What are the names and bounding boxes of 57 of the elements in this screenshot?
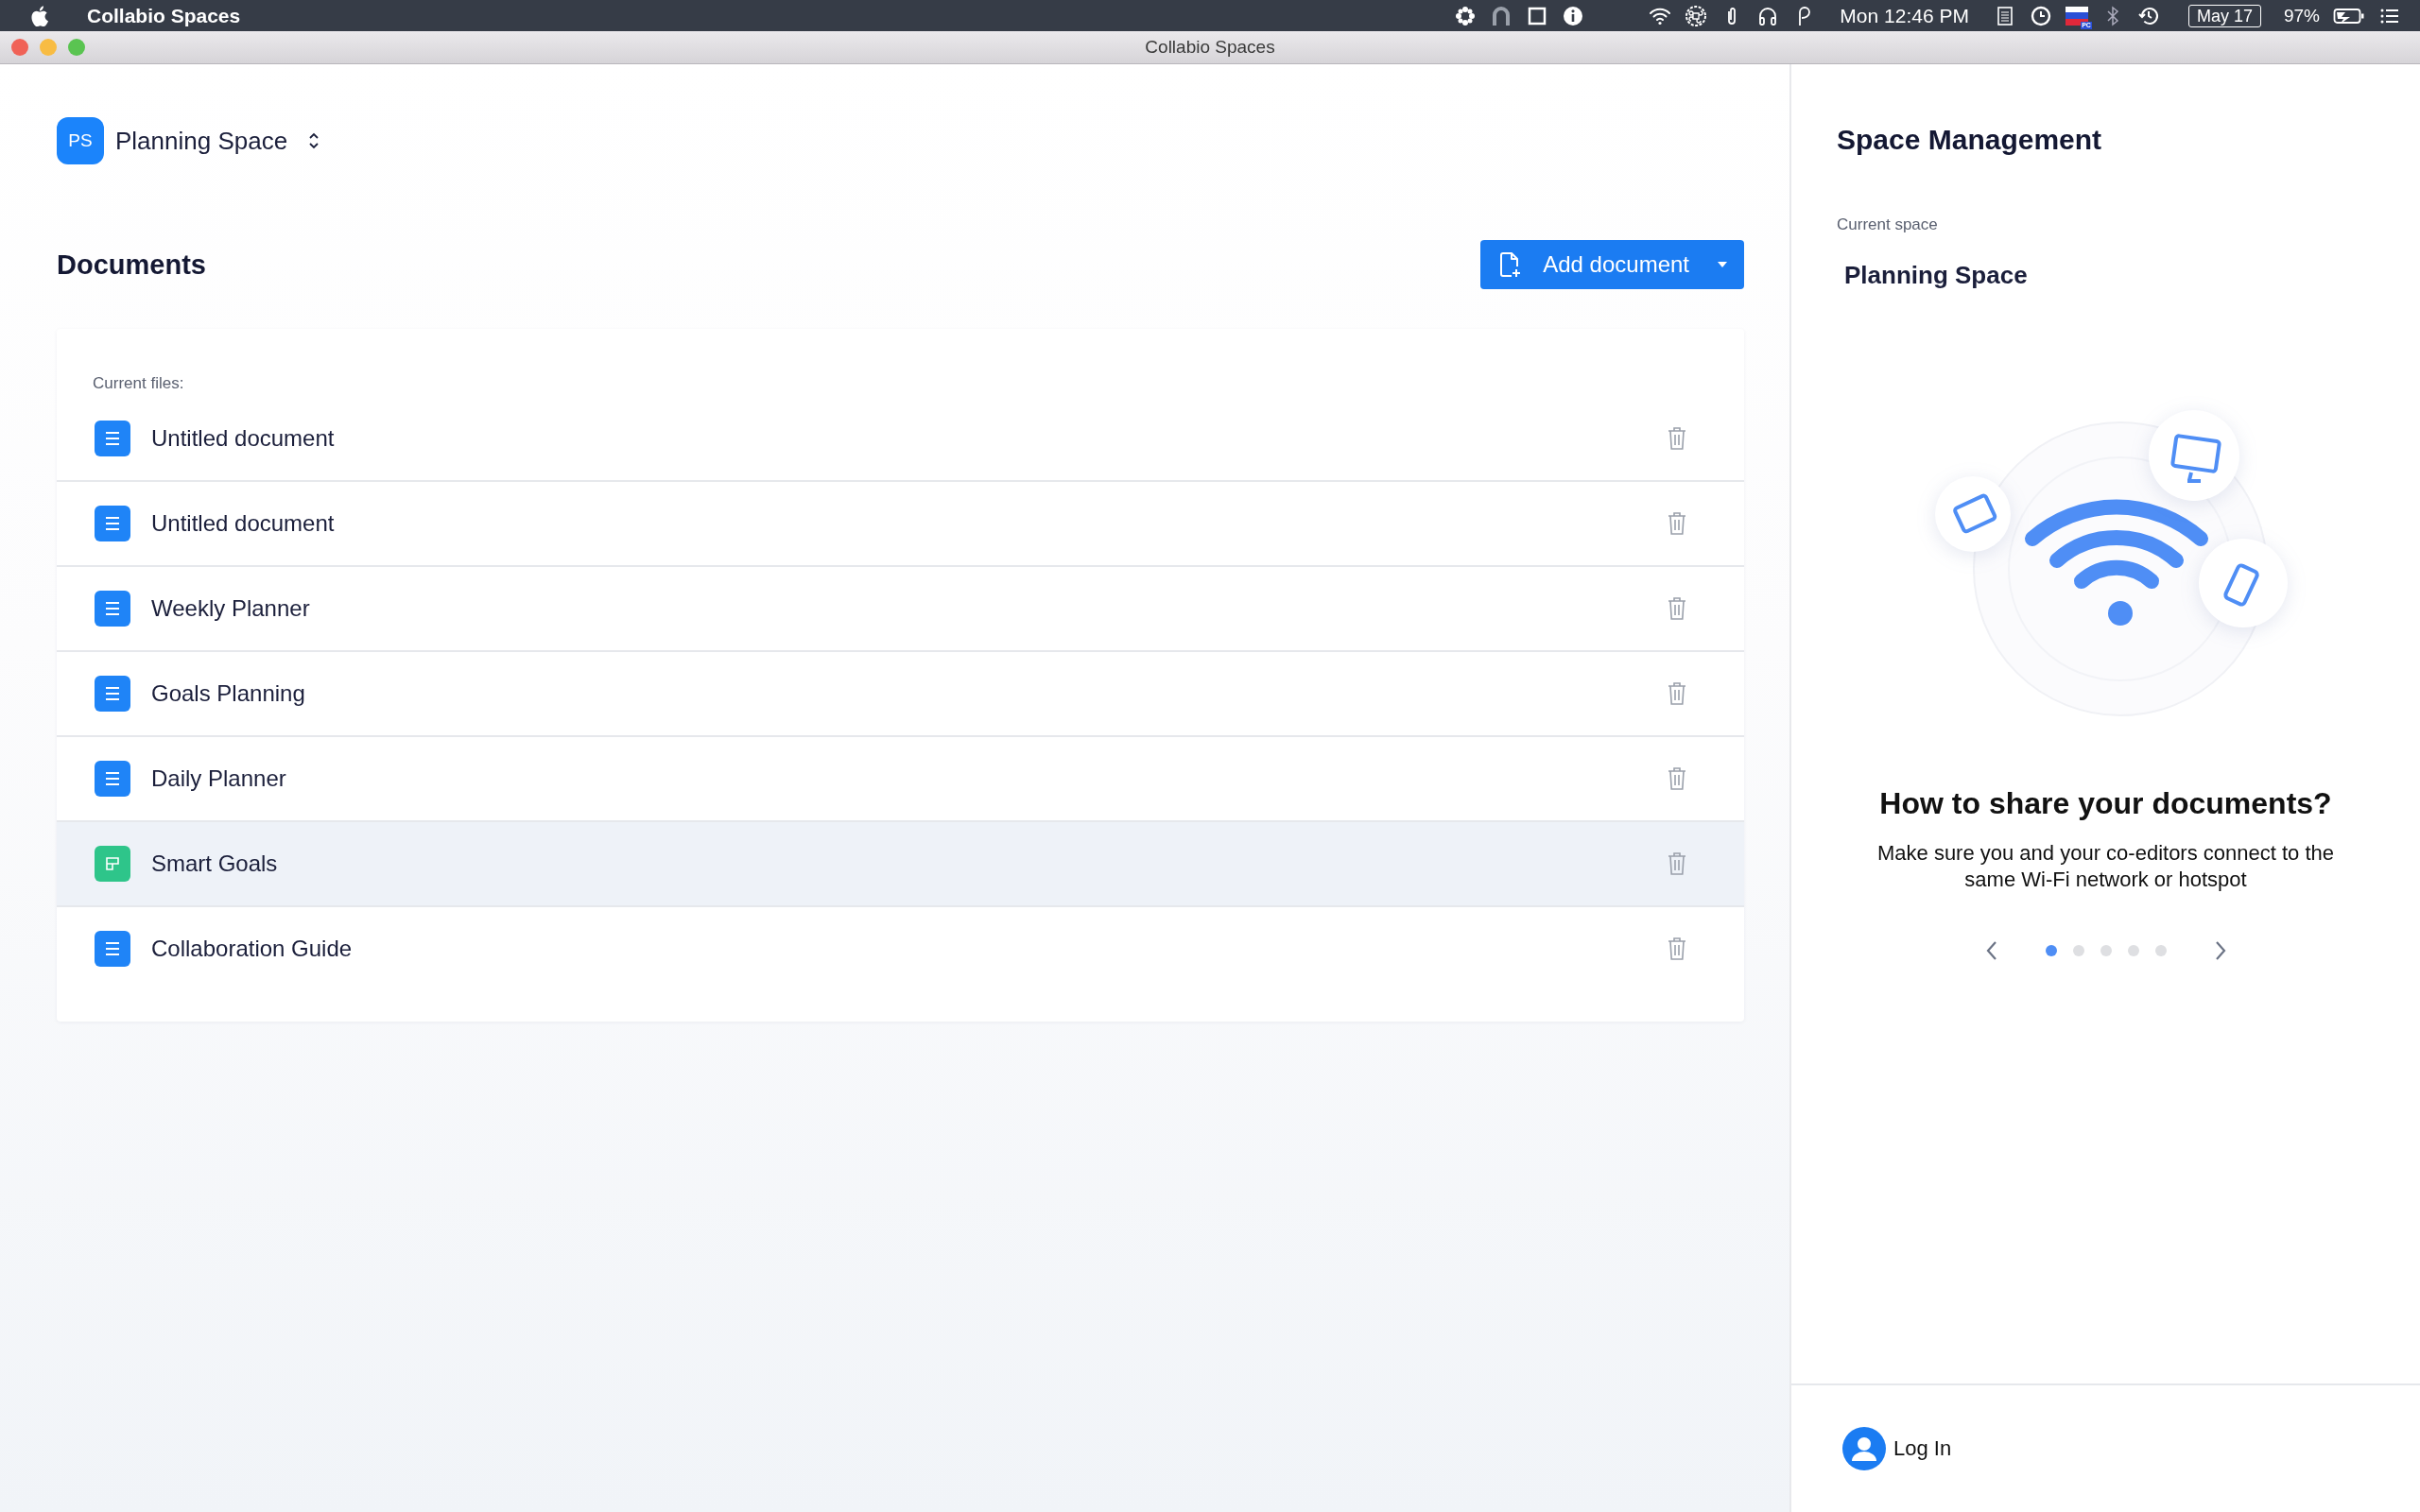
page-dot[interactable] [2127,945,2139,956]
documents-heading: Documents [57,249,206,281]
page-dot[interactable] [2100,945,2112,956]
document-icon [95,676,130,712]
current-space-label: Current space [1837,215,1939,234]
battery-percent[interactable]: 97% [2283,5,2320,26]
page-dot[interactable] [2072,945,2084,956]
page-dot[interactable] [2045,945,2057,956]
file-row[interactable]: Collaboration Guide [57,907,1744,990]
file-row[interactable]: Smart Goals [57,822,1744,907]
trash-icon[interactable] [1667,681,1687,706]
document-icon [95,506,130,541]
close-button[interactable] [11,39,28,56]
page-dot[interactable] [2154,945,2167,956]
file-row[interactable]: Untitled document [57,397,1744,482]
file-row[interactable]: Goals Planning [57,652,1744,737]
file-row[interactable]: Weekly Planner [57,567,1744,652]
current-space-name: Planning Space [1844,261,2029,290]
file-row[interactable]: Untitled document [57,482,1744,567]
space-management-heading: Space Management [1837,124,2103,156]
file-name: Collaboration Guide [151,936,354,962]
window-title: Collabio Spaces [1145,37,1275,58]
clock-icon[interactable] [2029,4,2052,27]
chevron-right-icon[interactable] [2213,940,2227,961]
trash-icon[interactable] [1667,766,1687,791]
menu-clock[interactable]: Mon 12:46 PM [1840,4,1969,27]
tip-heading: How to share your documents? [1879,786,2332,821]
add-document-button[interactable]: Add document [1480,240,1744,289]
command-key-icon[interactable] [1685,4,1708,27]
space-switcher[interactable]: PS Planning Space [57,117,320,164]
current-files-label: Current files: [93,374,185,393]
trash-icon[interactable] [1667,426,1687,451]
flower-icon[interactable] [1454,4,1478,27]
trash-icon[interactable] [1667,511,1687,536]
file-name: Smart Goals [151,850,279,877]
trash-icon[interactable] [1667,596,1687,621]
app-name-menu[interactable]: Collabio Spaces [87,4,241,27]
tip-description: Make sure you and your co-editors connect to the same Wi-Fi network or hotspot [1876,840,2335,893]
file-plus-icon [1499,251,1523,278]
info-icon[interactable] [1562,4,1585,27]
trash-icon[interactable] [1667,936,1687,961]
user-avatar-icon [1842,1427,1886,1470]
document-icon [95,761,130,797]
file-name: Untitled document [151,425,336,452]
document-icon [95,421,130,456]
table-icon [95,846,130,882]
caret-icon [1718,262,1727,267]
menu-date[interactable]: May 17 [2187,4,2261,27]
chevron-left-icon[interactable] [1984,940,1998,961]
file-name: Goals Planning [151,680,306,707]
document-icon [95,931,130,967]
file-name: Untitled document [151,510,336,537]
file-name: Weekly Planner [151,595,311,622]
document-icon [95,591,130,627]
file-name: Daily Planner [151,765,287,792]
up-down-chevron-icon [308,131,320,150]
log-in-button[interactable]: Log In [1842,1427,1952,1470]
